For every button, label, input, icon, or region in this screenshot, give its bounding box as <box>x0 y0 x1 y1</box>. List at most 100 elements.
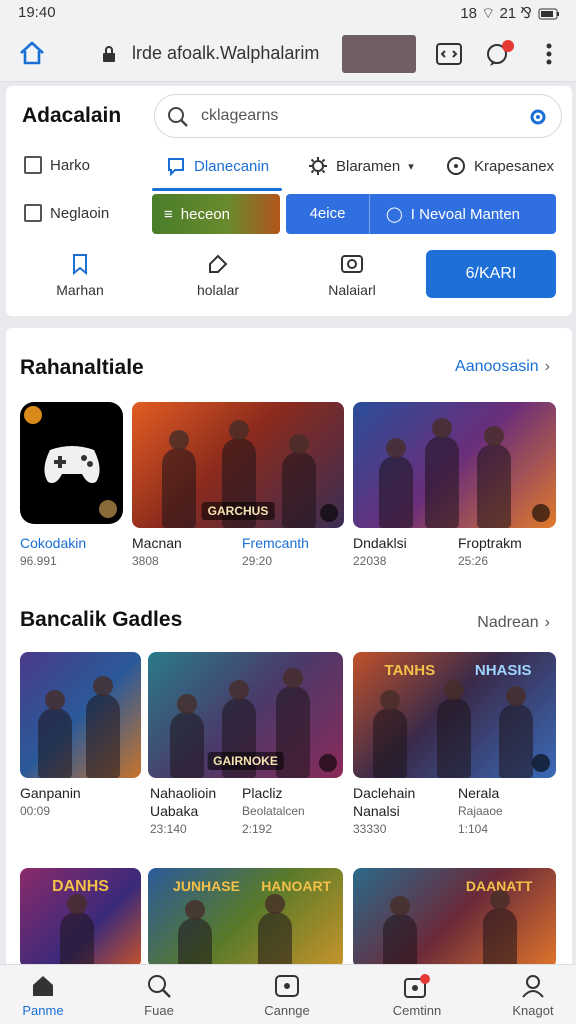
item-meta: 2:192 <box>242 822 273 836</box>
browser-toolbar: lrde afoalk.Walphalarim <box>0 26 576 82</box>
nav-profile[interactable]: Knagot <box>488 973 576 1018</box>
nav-label: Cemtinn <box>392 1003 442 1018</box>
item-caption-4: Dndaklsi 22038 <box>353 534 407 570</box>
item-meta: 23:140 <box>150 822 187 836</box>
nav-games[interactable]: Cannge <box>242 973 332 1018</box>
item-name: Macnan <box>132 535 182 551</box>
section-title-2: Bancalik Gadles <box>20 608 183 631</box>
quick-action-holalar[interactable]: holalar <box>178 252 258 298</box>
chat-icon[interactable] <box>484 39 514 69</box>
checkbox-harko[interactable]: Harko <box>24 156 90 174</box>
status-bar: 19:40 18 ⌔ 21 ⅋ <box>0 0 576 26</box>
pill-right-label: I Nevoal Manten <box>410 205 521 223</box>
filter-card: Adacalain cklagearns Harko Dlanecanin Bl… <box>6 86 572 316</box>
status-time: 19:40 <box>18 4 56 21</box>
camera-icon <box>341 255 363 273</box>
nav-label: Cannge <box>264 1003 310 1018</box>
item-name: Cokodakin <box>20 535 87 551</box>
nav-home[interactable]: Panme <box>0 973 88 1018</box>
game-tile-2[interactable]: GARCHUS <box>132 402 344 528</box>
game-tile-4[interactable] <box>20 652 141 778</box>
tab-krapesanex[interactable]: Krapesanex <box>446 156 554 176</box>
item-meta: 29:20 <box>242 554 273 568</box>
item-name: Froptrakm <box>458 535 522 551</box>
quick-label: holalar <box>196 282 240 298</box>
url-text[interactable]: lrde afoalk.Walphalarim <box>132 43 319 64</box>
nav-label: Panme <box>22 1003 64 1018</box>
item-sub: Nanalsi <box>353 803 400 819</box>
pill-label: heceon <box>180 205 230 223</box>
checkbox-label: Neglaoin <box>50 204 110 222</box>
item-caption-10: Nerala Rajaaoe 1:104 <box>458 784 503 838</box>
gear-icon <box>309 157 327 175</box>
checkbox-icon <box>24 156 42 174</box>
game-tile-5[interactable]: GAIRNOKE <box>148 652 343 778</box>
quick-action-marhan[interactable]: Marhan <box>40 252 120 298</box>
game-tile-3[interactable] <box>353 402 556 528</box>
item-meta: 33330 <box>353 822 387 836</box>
item-name: Fremcanth <box>242 535 309 551</box>
item-meta: 1:104 <box>458 822 489 836</box>
notification-icon <box>404 974 430 998</box>
chevron-down-icon: ▾ <box>408 160 414 173</box>
tile-banner-left: TANHS <box>384 662 436 679</box>
tag-icon <box>209 254 228 273</box>
quick-label: Nalaiarl <box>328 282 376 298</box>
chat-bubble-icon <box>168 158 184 176</box>
item-name: Nerala <box>458 785 500 801</box>
filter-pill-blue[interactable]: 4eice ◯ I Nevoal Manten <box>286 194 556 234</box>
tile-banner: GARCHUS <box>201 502 275 520</box>
item-meta: 22038 <box>353 554 387 568</box>
quick-action-nalaiarl[interactable]: Nalaiarl <box>312 252 392 298</box>
item-meta: 00:09 <box>20 804 51 818</box>
tab-active[interactable]: Dlanecanin <box>166 156 269 176</box>
profile-icon <box>522 975 544 998</box>
item-name: Daclehain <box>353 785 416 801</box>
lines-icon: ≡ <box>164 205 173 223</box>
tabs-icon[interactable] <box>434 39 464 69</box>
item-caption-1: Cokodakin 96.991 <box>20 534 86 570</box>
more-menu-icon[interactable] <box>534 39 564 69</box>
game-tile-9[interactable]: DAANATT <box>353 868 556 968</box>
corner-icon <box>319 754 337 772</box>
item-caption-9: Daclehain Nanalsi 33330 <box>353 784 415 838</box>
primary-cta-button[interactable]: 6/KARI <box>426 250 556 298</box>
item-sub: Beolatalcen <box>242 804 305 818</box>
game-tile-controller[interactable] <box>20 402 123 524</box>
game-tile-8[interactable]: JUNHASE HANOART <box>148 868 343 968</box>
status-indicators: 18 ⌔ 21 ⅋ <box>460 5 532 22</box>
item-name: Nahaolioin <box>150 785 217 801</box>
tile-banner-left: JUNHASE <box>173 878 240 894</box>
badge-icon <box>24 406 42 424</box>
nav-label: Knagot <box>512 1003 554 1018</box>
search-icon <box>148 975 171 998</box>
chevron-right-icon: › <box>544 358 550 375</box>
filter-pill-green[interactable]: ≡ heceon <box>152 194 280 234</box>
nav-search[interactable]: Fuae <box>114 973 204 1018</box>
home-icon[interactable] <box>18 40 46 71</box>
item-caption-3: Fremcanth 29:20 <box>242 534 309 570</box>
tab-label: Blaramen <box>336 157 401 175</box>
brand-title: Adacalain <box>22 104 122 127</box>
section-link-2[interactable]: Nadrean › <box>477 614 550 632</box>
battery-icon <box>538 8 559 19</box>
item-name: Dndaklsi <box>353 535 407 551</box>
tab-label: Krapesanex <box>474 157 555 175</box>
corner-icon <box>99 500 117 518</box>
item-sub: Uabaka <box>150 803 199 819</box>
item-meta: 25:26 <box>458 554 489 568</box>
corner-icon <box>532 754 550 772</box>
game-tile-7[interactable]: DANHS <box>20 868 141 968</box>
redacted-block <box>342 35 416 73</box>
search-input[interactable]: cklagearns <box>154 94 562 138</box>
corner-icon <box>320 504 338 522</box>
settings-icon[interactable] <box>527 106 549 133</box>
bookmark-icon <box>73 254 87 276</box>
section-link-1[interactable]: Aanoosasin › <box>455 358 550 376</box>
circle-icon: ◯ <box>386 206 403 223</box>
item-sub: Rajaaoe <box>458 804 503 818</box>
nav-notifications[interactable]: Cemtinn <box>372 973 462 1018</box>
tab-blaramen[interactable]: Blaramen ▾ <box>308 156 414 176</box>
game-tile-6[interactable]: TANHS NHASIS <box>353 652 556 778</box>
checkbox-neglaoin[interactable]: Neglaoin <box>24 204 109 222</box>
